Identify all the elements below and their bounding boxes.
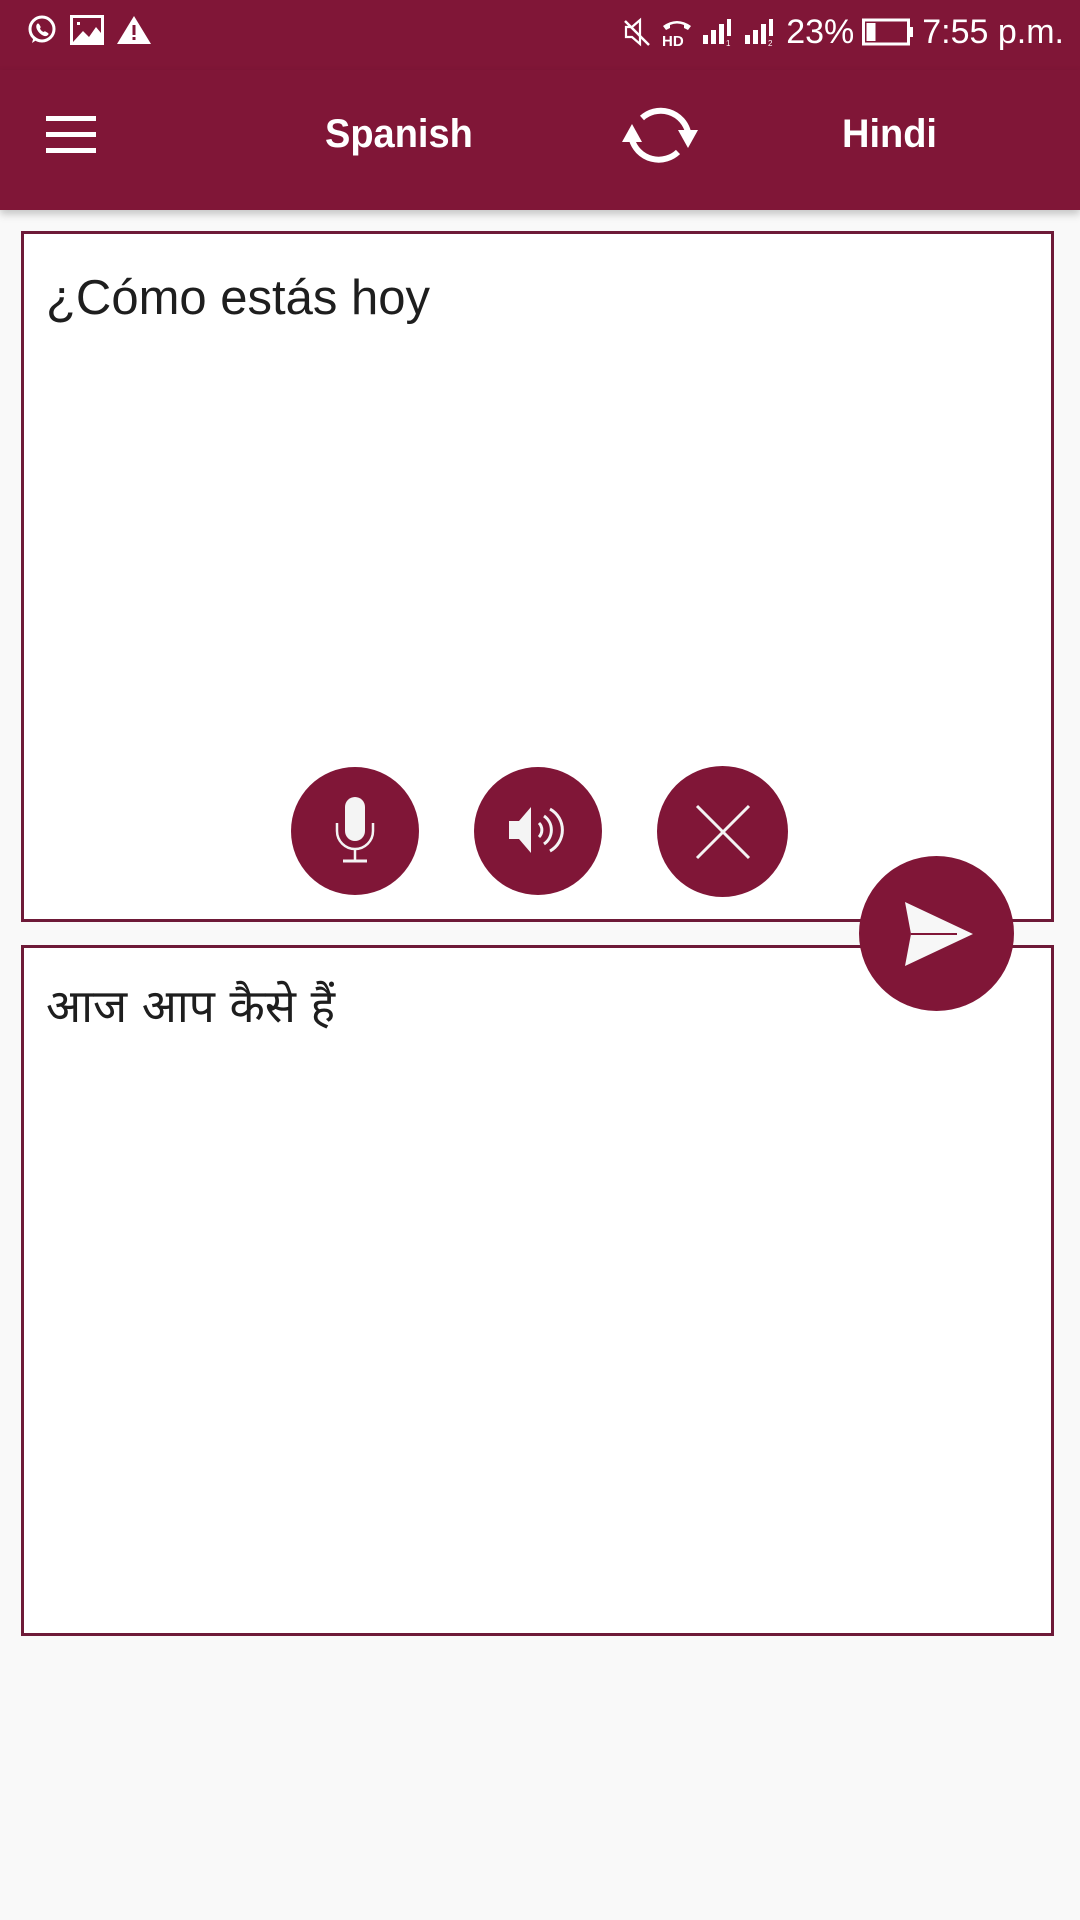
target-language-selector[interactable]: Hindi — [842, 112, 937, 157]
status-left-icons — [26, 14, 152, 46]
microphone-icon — [335, 797, 375, 863]
status-right: HD 1 2 23% 7:55 p.m. — [622, 10, 1064, 54]
target-text-box: आज आप कैसे हैं — [21, 945, 1054, 1636]
swap-languages-icon — [622, 107, 698, 163]
source-text-input[interactable]: ¿Cómo estás hoy — [46, 270, 430, 326]
translate-button[interactable] — [859, 856, 1014, 1011]
mute-icon — [624, 17, 651, 47]
signal-sim1-icon: 1 — [703, 19, 732, 46]
send-icon — [904, 901, 973, 966]
app-bar: Spanish Hindi — [0, 70, 1080, 210]
battery-level-fill — [866, 23, 876, 41]
svg-text:HD: HD — [662, 33, 684, 48]
svg-text:2: 2 — [768, 39, 773, 46]
translated-text: आज आप कैसे हैं — [46, 979, 336, 1033]
speak-button[interactable] — [474, 767, 602, 895]
image-icon — [70, 15, 104, 45]
signal-sim2-icon: 2 — [745, 19, 774, 46]
svg-text:1: 1 — [726, 39, 731, 46]
whatsapp-icon — [28, 15, 56, 43]
hd-call-icon: HD — [662, 21, 692, 48]
warning-icon — [117, 16, 151, 44]
speaker-icon — [509, 807, 564, 853]
microphone-button[interactable] — [291, 767, 419, 895]
hamburger-menu-icon[interactable] — [46, 116, 98, 156]
status-bar: HD 1 2 23% 7:55 p.m. — [0, 0, 1080, 70]
battery-icon — [862, 18, 914, 46]
swap-languages-button[interactable] — [612, 94, 708, 178]
source-language-selector[interactable]: Spanish — [325, 112, 473, 157]
close-icon — [695, 804, 750, 859]
battery-percent: 23% — [786, 12, 855, 51]
clock: 7:55 p.m. — [922, 12, 1064, 51]
clear-button[interactable] — [657, 766, 788, 897]
